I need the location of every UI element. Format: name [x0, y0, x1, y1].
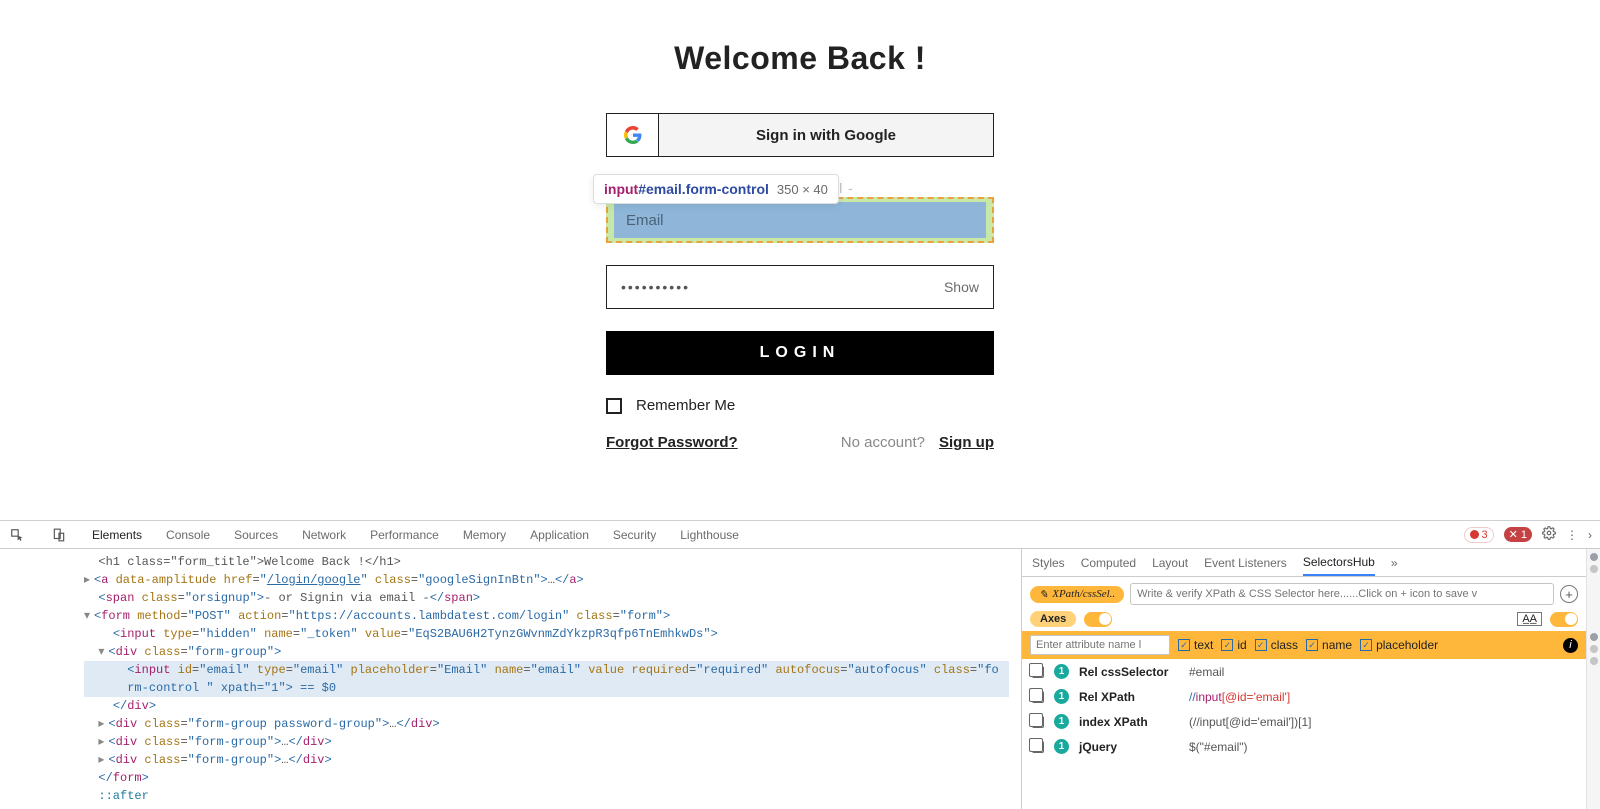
devtools-tab-performance[interactable]: Performance — [370, 528, 439, 542]
aa-toggle[interactable]: A̲A̲ — [1517, 612, 1542, 626]
tooltip-selector: #email.form-control — [638, 181, 769, 197]
count-badge: 1 — [1054, 689, 1069, 704]
inspector-tooltip: input#email.form-control 350 × 40 — [593, 174, 839, 204]
result-row-indexxpath: 1 index XPath (//input[@id='email'])[1] — [1022, 709, 1586, 734]
check-id[interactable]: ✓ — [1221, 639, 1233, 651]
selectorshub-input[interactable] — [1130, 583, 1554, 605]
no-account-label: No account? — [841, 434, 925, 451]
result-row-css: 1 Rel cssSelector #email — [1022, 659, 1586, 684]
side-tabs: Styles Computed Layout Event Listeners S… — [1022, 549, 1586, 577]
password-field-wrap: Show — [606, 265, 994, 309]
axes-toggle[interactable] — [1084, 612, 1112, 627]
add-selector-button[interactable]: + — [1560, 585, 1578, 603]
aa-switch[interactable] — [1550, 612, 1578, 627]
devtools-tab-lighthouse[interactable]: Lighthouse — [680, 528, 739, 542]
copy-icon[interactable] — [1032, 691, 1044, 703]
google-signin-label: Sign in with Google — [659, 114, 993, 156]
forgot-password-link[interactable]: Forgot Password? — [606, 434, 738, 451]
device-icon[interactable] — [50, 526, 68, 544]
side-tab-computed[interactable]: Computed — [1081, 556, 1136, 570]
google-icon — [607, 114, 659, 156]
remember-row: Remember Me — [606, 397, 994, 414]
info-icon[interactable]: i — [1563, 638, 1578, 653]
inspect-icon[interactable] — [8, 526, 26, 544]
axes-badge[interactable]: Axes — [1030, 611, 1076, 627]
scroll-strip[interactable] — [1586, 549, 1600, 809]
elements-tree[interactable]: <h1 class="form_title">Welcome Back !</h… — [0, 549, 1021, 809]
email-input[interactable] — [614, 202, 986, 238]
remember-label: Remember Me — [636, 397, 735, 414]
side-tab-styles[interactable]: Styles — [1032, 556, 1065, 570]
check-name[interactable]: ✓ — [1306, 639, 1318, 651]
devtools-tabs: Elements Console Sources Network Perform… — [0, 521, 1600, 549]
devtools-tab-elements[interactable]: Elements — [92, 528, 142, 542]
signup-link[interactable]: Sign up — [939, 434, 994, 451]
side-tab-eventlisteners[interactable]: Event Listeners — [1204, 556, 1287, 570]
result-row-relxpath: 1 Rel XPath //input[@id='email'] — [1022, 684, 1586, 709]
page-title: Welcome Back ! — [674, 40, 926, 77]
kebab-icon[interactable]: ⋮ — [1566, 528, 1578, 542]
devtools-tab-console[interactable]: Console — [166, 528, 210, 542]
count-badge: 1 — [1054, 739, 1069, 754]
check-text[interactable]: ✓ — [1178, 639, 1190, 651]
error-badge[interactable]: 3 — [1464, 527, 1494, 543]
devtools-tab-security[interactable]: Security — [613, 528, 656, 542]
devtools-tab-memory[interactable]: Memory — [463, 528, 506, 542]
login-page: Welcome Back ! Sign in with Google input… — [0, 0, 1600, 520]
devtools-tab-network[interactable]: Network — [302, 528, 346, 542]
side-tabs-more-icon[interactable]: » — [1391, 556, 1398, 570]
google-signin-button[interactable]: Sign in with Google — [606, 113, 994, 157]
gear-icon[interactable] — [1542, 526, 1556, 543]
devtools-panel: Elements Console Sources Network Perform… — [0, 520, 1600, 809]
login-card: Welcome Back ! Sign in with Google input… — [606, 40, 994, 520]
chevron-right-icon[interactable]: › — [1588, 528, 1592, 542]
check-class[interactable]: ✓ — [1255, 639, 1267, 651]
copy-icon[interactable] — [1032, 716, 1044, 728]
result-row-jquery: 1 jQuery $("#email") — [1022, 734, 1586, 759]
count-badge: 1 — [1054, 714, 1069, 729]
devtools-tab-application[interactable]: Application — [530, 528, 589, 542]
copy-icon[interactable] — [1032, 666, 1044, 678]
warning-badge[interactable]: ✕ 1 — [1504, 527, 1532, 542]
tooltip-dimensions: 350 × 40 — [777, 182, 828, 197]
show-password-link[interactable]: Show — [944, 279, 979, 295]
tooltip-tag: input — [604, 181, 638, 197]
password-input[interactable] — [621, 279, 944, 295]
login-button[interactable]: LOGIN — [606, 331, 994, 375]
selectorshub-badge[interactable]: ✎XPath/cssSel.. — [1030, 586, 1124, 603]
copy-icon[interactable] — [1032, 741, 1044, 753]
remember-checkbox[interactable] — [606, 398, 622, 414]
attribute-input[interactable] — [1030, 635, 1170, 655]
side-tab-layout[interactable]: Layout — [1152, 556, 1188, 570]
count-badge: 1 — [1054, 664, 1069, 679]
bottom-links-row: Forgot Password? No account? Sign up — [606, 434, 994, 451]
side-tab-selectorshub[interactable]: SelectorsHub — [1303, 555, 1375, 576]
devtools-side-panel: Styles Computed Layout Event Listeners S… — [1021, 549, 1586, 809]
check-placeholder[interactable]: ✓ — [1360, 639, 1372, 651]
devtools-tab-sources[interactable]: Sources — [234, 528, 278, 542]
